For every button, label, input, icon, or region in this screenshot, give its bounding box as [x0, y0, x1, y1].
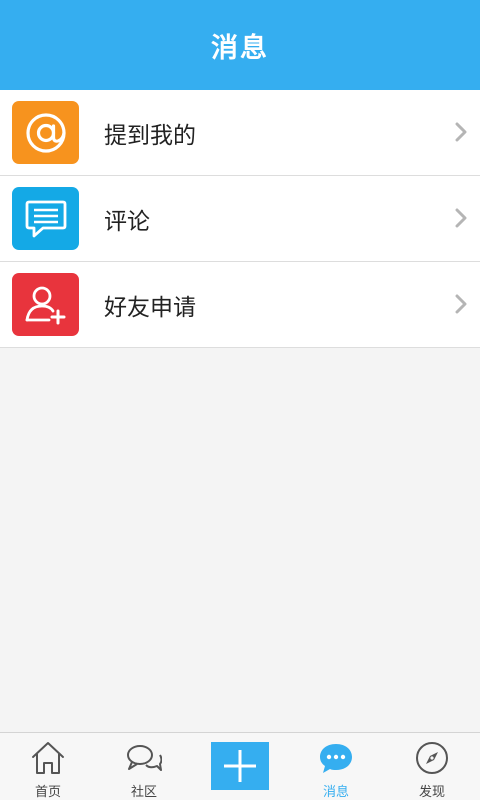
chevron-right-icon	[455, 122, 467, 142]
tab-messages[interactable]: 消息	[288, 733, 384, 800]
add-friend-icon	[12, 273, 79, 336]
chat-bubbles-icon	[127, 745, 162, 771]
list-item-mentions[interactable]: 提到我的	[0, 90, 480, 176]
chevron-right-icon	[455, 208, 467, 228]
tab-discover[interactable]: 发现	[384, 733, 480, 800]
at-icon	[12, 101, 79, 164]
add-button[interactable]	[211, 742, 269, 790]
list-item-friend-requests[interactable]: 好友申请	[0, 262, 480, 348]
plus-icon	[224, 750, 256, 782]
list-item-label: 好友申请	[104, 294, 196, 321]
list-item-comments[interactable]: 评论	[0, 176, 480, 262]
tab-label: 发现	[418, 785, 445, 800]
comment-icon	[12, 187, 79, 250]
header-bar: 消息	[0, 0, 480, 90]
page-title: 消息	[211, 32, 269, 64]
list-item-label: 评论	[104, 208, 150, 235]
list-item-label: 提到我的	[104, 122, 196, 149]
tab-community[interactable]: 社区	[96, 733, 192, 800]
home-icon	[32, 742, 64, 774]
tab-label: 消息	[322, 785, 349, 800]
compass-icon	[416, 742, 448, 774]
tab-label: 首页	[34, 785, 61, 800]
message-category-list: 提到我的 评论 好友申请	[0, 90, 480, 348]
messages-screen: 消息 提到我的 评论 好友申请 首页 社区 消息 发现	[0, 0, 480, 800]
chevron-right-icon	[455, 294, 467, 314]
tab-home[interactable]: 首页	[0, 733, 96, 800]
message-bubble-icon	[320, 744, 352, 773]
tab-label: 社区	[130, 785, 157, 800]
